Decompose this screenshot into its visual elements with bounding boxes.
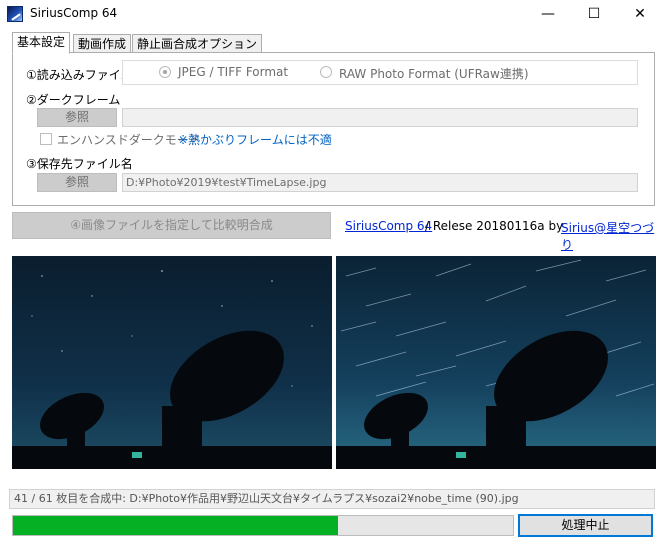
progress-bar xyxy=(12,515,514,536)
app-link[interactable]: SiriusComp 64 xyxy=(345,219,432,233)
window-title: SiriusComp 64 xyxy=(30,6,118,20)
tab-basic-settings[interactable]: 基本設定 xyxy=(12,32,71,54)
close-button[interactable]: ✕ xyxy=(617,0,663,28)
enhanced-dark-checkbox[interactable] xyxy=(40,133,52,145)
tab-video[interactable]: 動画作成 xyxy=(73,34,132,54)
enhanced-dark-note: ※熱かぶりフレームには不適 xyxy=(178,133,332,147)
save-browse-button[interactable]: 参照 xyxy=(37,173,117,192)
title-bar: SiriusComp 64 — ☐ ✕ xyxy=(0,0,663,28)
minimize-button[interactable]: — xyxy=(525,0,571,28)
original-preview-image xyxy=(12,256,332,469)
radio-jpeg-tiff[interactable] xyxy=(159,66,171,78)
status-text: 41 / 61 枚目を合成中: D:¥Photo¥作品用¥野辺山天文台¥タイムラ… xyxy=(9,489,655,509)
dark-browse-button[interactable]: 参照 xyxy=(37,108,117,127)
format-radio-group: JPEG / TIFF Format RAW Photo Format (UFR… xyxy=(122,60,638,85)
release-text: / Relese 20180116a by xyxy=(425,219,564,233)
author-link[interactable]: Sirius@星空つづり xyxy=(561,219,663,253)
progress-fill xyxy=(13,516,338,535)
read-file-label: ①読み込みファイル xyxy=(26,68,133,82)
dark-frame-label: ②ダークフレーム xyxy=(26,93,121,107)
radio-raw[interactable] xyxy=(320,66,332,78)
sirius-comp-icon xyxy=(7,6,23,22)
stop-processing-button[interactable]: 処理中止 xyxy=(518,514,653,537)
dark-frame-path-field[interactable] xyxy=(122,108,638,127)
composite-preview-image xyxy=(336,256,656,469)
compose-button[interactable]: ④画像ファイルを指定して比較明合成 xyxy=(12,212,331,239)
save-path-field[interactable]: D:¥Photo¥2019¥test¥TimeLapse.jpg xyxy=(122,173,638,192)
save-file-label: ③保存先ファイル名 xyxy=(26,157,133,171)
radio-raw-label: RAW Photo Format (UFRaw連携) xyxy=(339,67,529,81)
maximize-button[interactable]: ☐ xyxy=(571,0,617,28)
radio-jpeg-tiff-label: JPEG / TIFF Format xyxy=(178,65,289,79)
tab-still-options[interactable]: 静止画合成オプション xyxy=(132,34,263,54)
